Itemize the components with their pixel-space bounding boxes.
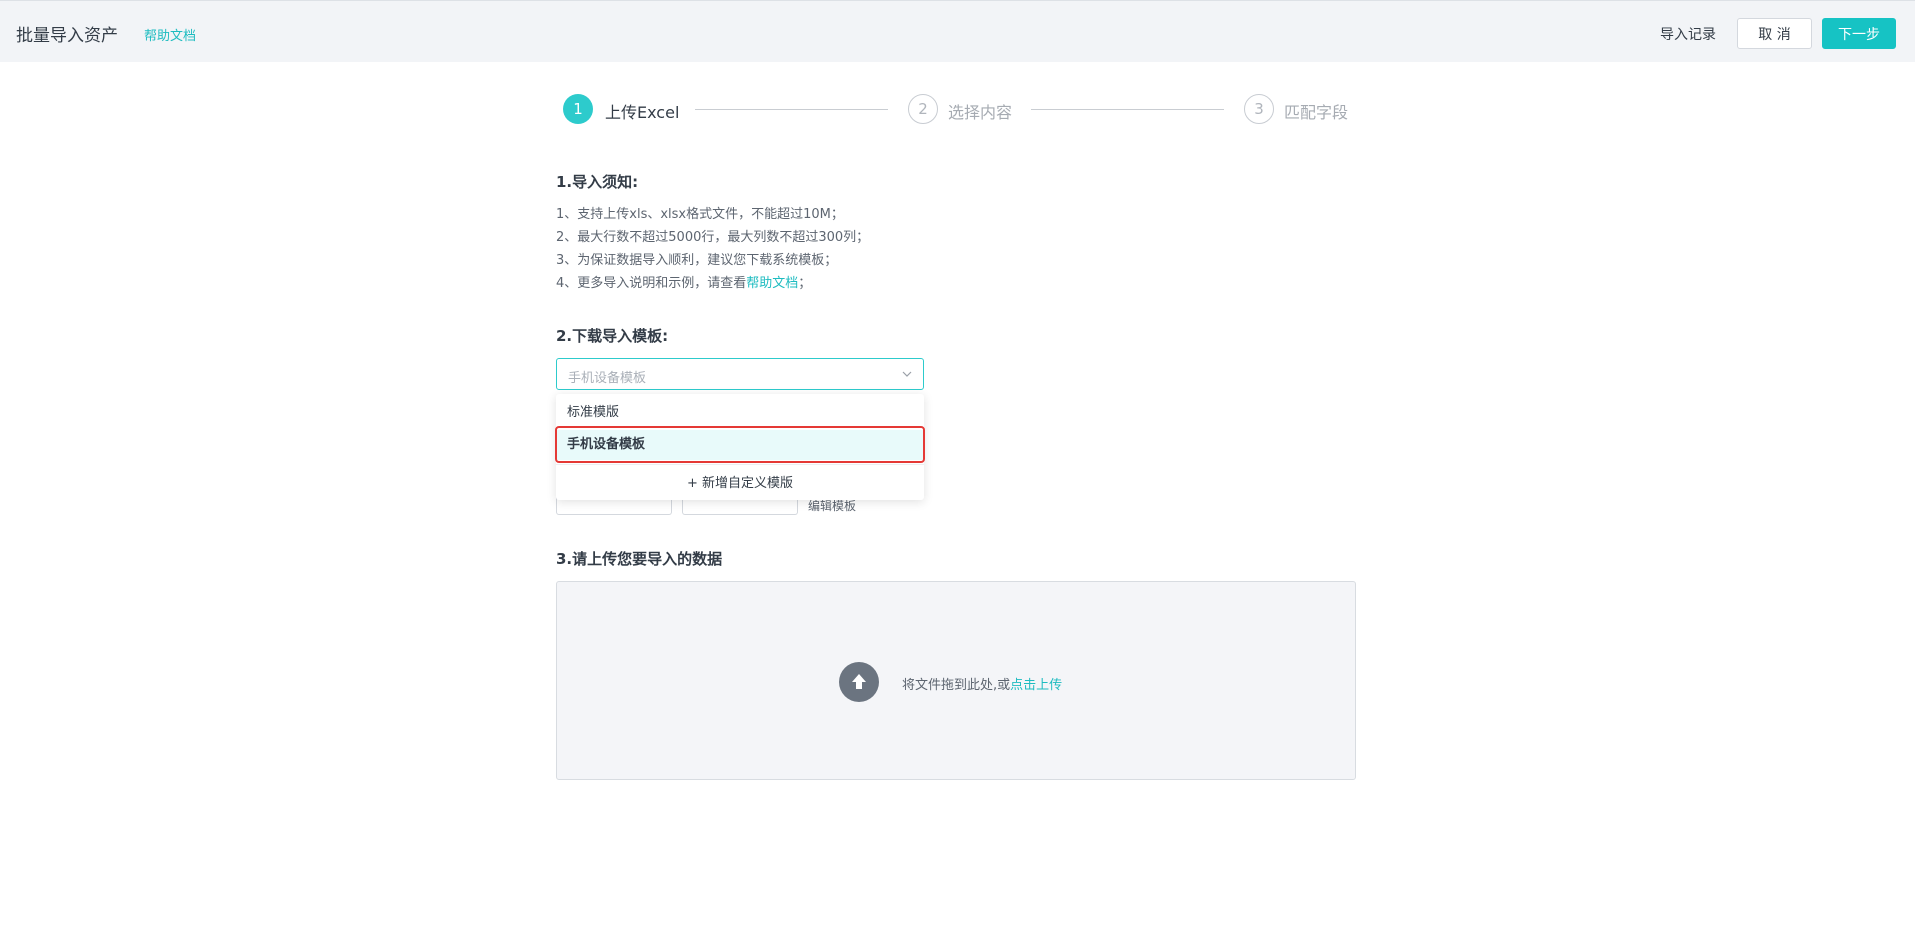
notice-line-1: 1、支持上传xls、xlsx格式文件，不能超过10M； xyxy=(556,207,844,222)
step-1-number: 1 xyxy=(563,94,593,124)
upload-dropzone[interactable]: 将文件拖到此处,或点击上传 xyxy=(556,581,1356,780)
step-3-label: 匹配字段 xyxy=(1284,103,1349,122)
import-record-link[interactable]: 导入记录 xyxy=(1660,24,1716,44)
next-step-button[interactable]: 下一步 xyxy=(1822,18,1896,49)
notice-line-3: 3、为保证数据导入顺利，建议您下载系统模板； xyxy=(556,253,838,268)
upload-icon xyxy=(839,662,879,702)
template-dropdown: 标准模版 手机设备模板 + 新增自定义模版 xyxy=(556,394,924,500)
help-docs-link[interactable]: 帮助文档 xyxy=(144,25,196,44)
step-connector xyxy=(1031,109,1224,110)
chevron-down-icon xyxy=(902,371,912,377)
upload-title: 3.请上传您要导入的数据 xyxy=(556,550,723,568)
template-select[interactable]: 手机设备模板 xyxy=(556,358,924,390)
cancel-button[interactable]: 取 消 xyxy=(1737,18,1812,49)
upload-hint: 将文件拖到此处,或点击上传 xyxy=(902,674,1062,693)
notice-line-4-text: 4、更多导入说明和示例，请查看 xyxy=(556,276,747,291)
add-custom-template-button[interactable]: + 新增自定义模版 xyxy=(556,464,924,498)
top-bar: 批量导入资产 帮助文档 导入记录 取 消 下一步 xyxy=(0,0,1915,62)
notice-line-2: 2、最大行数不超过5000行，最大列数不超过300列； xyxy=(556,230,870,245)
template-title: 2.下载导入模板: xyxy=(556,327,669,345)
dropdown-option-standard[interactable]: 标准模版 xyxy=(556,398,924,428)
page-title: 批量导入资产 xyxy=(16,26,118,46)
step-1-label: 上传Excel xyxy=(605,103,680,122)
notice-line-4: 4、更多导入说明和示例，请查看帮助文档； xyxy=(556,272,811,291)
step-connector xyxy=(695,109,888,110)
dropdown-option-mobile[interactable]: 手机设备模板 xyxy=(556,430,924,460)
notice-help-link[interactable]: 帮助文档 xyxy=(746,276,798,291)
step-2-label: 选择内容 xyxy=(948,103,1013,122)
step-2-number: 2 xyxy=(908,94,938,124)
template-select-value: 手机设备模板 xyxy=(568,371,647,386)
notice-title: 1.导入须知: xyxy=(556,173,639,191)
step-3-number: 3 xyxy=(1244,94,1274,124)
notice-line-4-suffix: ； xyxy=(798,276,812,291)
stepper: 1 上传Excel 2 选择内容 3 匹配字段 xyxy=(563,94,1353,124)
upload-hint-text: 将文件拖到此处,或 xyxy=(902,678,1011,693)
click-upload-link[interactable]: 点击上传 xyxy=(1010,678,1062,693)
